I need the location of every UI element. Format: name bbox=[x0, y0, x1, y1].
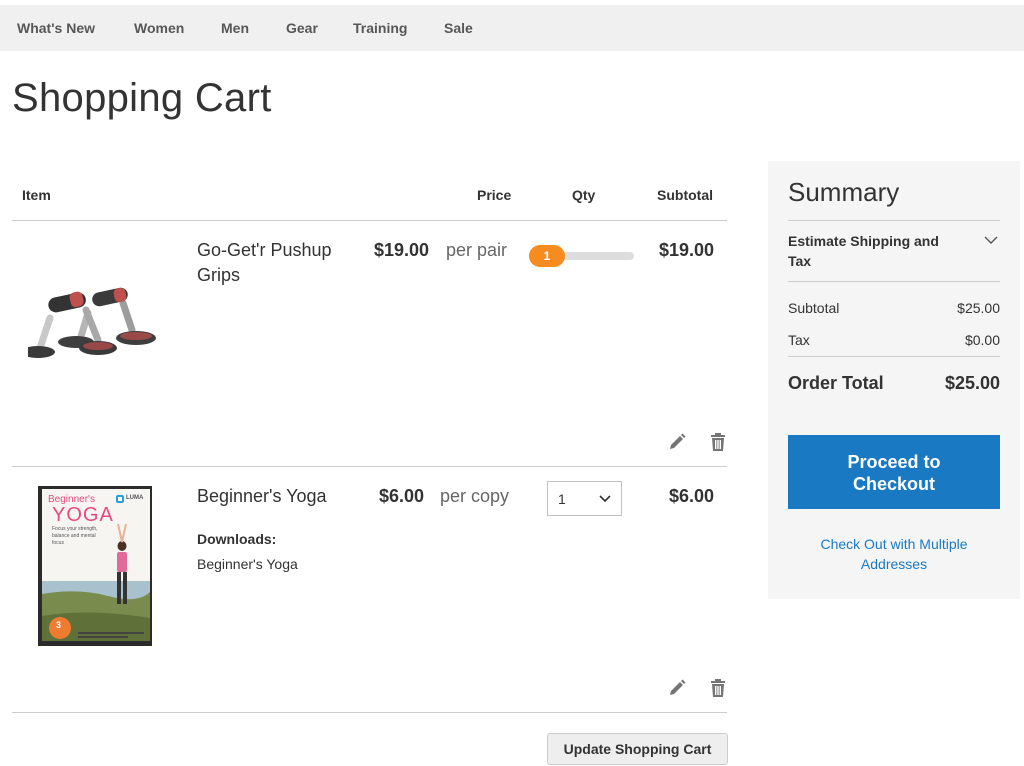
cover-badge: 3 bbox=[56, 620, 62, 630]
nav-training[interactable]: Training bbox=[353, 20, 407, 36]
nav-gear[interactable]: Gear bbox=[286, 20, 318, 36]
cover-tagline: Focus your strength, balance and mental … bbox=[52, 526, 98, 546]
proceed-to-checkout-button[interactable]: Proceed to Checkout bbox=[788, 435, 1000, 509]
brand-logo-icon bbox=[116, 495, 124, 503]
summary-tax-label: Tax bbox=[788, 332, 810, 348]
quantity-select-value: 1 bbox=[558, 491, 566, 507]
header-price: Price bbox=[477, 187, 512, 203]
order-total-label: Order Total bbox=[788, 373, 884, 393]
nav-men[interactable]: Men bbox=[221, 20, 249, 36]
downloads-item: Beginner's Yoga bbox=[197, 556, 298, 572]
table-header-divider bbox=[12, 220, 727, 221]
nav-sale[interactable]: Sale bbox=[444, 20, 473, 36]
product-name-link[interactable]: Beginner's Yoga bbox=[197, 484, 357, 509]
quantity-slider[interactable]: 1 bbox=[529, 245, 634, 267]
product-name-link[interactable]: Go-Get'r Pushup Grips bbox=[197, 238, 357, 288]
header-qty: Qty bbox=[572, 187, 596, 203]
order-total-value: $25.00 bbox=[944, 373, 1000, 393]
summary-subtotal-label: Subtotal bbox=[788, 300, 840, 316]
update-cart-button[interactable]: Update Shopping Cart bbox=[547, 733, 728, 765]
product-image-beginners-yoga[interactable]: Beginner's YOGA LUMA Focus your strength… bbox=[38, 486, 152, 646]
nav-whats-new[interactable]: What's New bbox=[17, 20, 95, 36]
cover-title: YOGA bbox=[52, 504, 114, 526]
row-subtotal: $19.00 bbox=[659, 240, 715, 260]
product-price: $6.00 bbox=[379, 486, 425, 506]
estimate-shipping-toggle[interactable]: Estimate Shipping and Tax bbox=[788, 231, 958, 271]
downloads-label: Downloads: bbox=[197, 531, 277, 547]
summary-subtotal-value: $25.00 bbox=[957, 300, 1000, 316]
chevron-down-icon[interactable] bbox=[984, 235, 998, 245]
header-item: Item bbox=[22, 187, 51, 203]
product-price: $19.00 bbox=[374, 240, 430, 260]
summary-divider bbox=[788, 220, 1000, 221]
product-unit: per pair bbox=[446, 240, 508, 260]
page-title: Shopping Cart bbox=[12, 76, 272, 120]
cover-brand: LUMA bbox=[126, 495, 144, 501]
summary-divider bbox=[788, 356, 1000, 357]
chevron-down-icon bbox=[599, 495, 611, 503]
trash-icon[interactable] bbox=[709, 679, 727, 697]
row-subtotal: $6.00 bbox=[669, 486, 715, 506]
product-image-pushup-grips[interactable] bbox=[28, 278, 158, 368]
summary-title: Summary bbox=[788, 177, 900, 207]
header-subtotal: Subtotal bbox=[657, 187, 713, 203]
top-navigation: What's New Women Men Gear Training Sale bbox=[0, 5, 1024, 51]
multiple-addresses-link[interactable]: Check Out with Multiple Addresses bbox=[788, 534, 1000, 574]
nav-women[interactable]: Women bbox=[134, 20, 184, 36]
pencil-icon[interactable] bbox=[668, 679, 686, 697]
summary-tax-value: $0.00 bbox=[964, 332, 1000, 348]
trash-icon[interactable] bbox=[709, 433, 727, 451]
row-divider bbox=[12, 712, 727, 713]
product-unit: per copy bbox=[440, 486, 510, 506]
quantity-select[interactable]: 1 bbox=[547, 481, 622, 516]
order-summary: Summary Estimate Shipping and Tax Subtot… bbox=[768, 161, 1020, 599]
summary-divider bbox=[788, 281, 1000, 282]
pencil-icon[interactable] bbox=[668, 433, 686, 451]
row-divider bbox=[12, 466, 727, 467]
quantity-slider-handle[interactable]: 1 bbox=[529, 245, 565, 267]
